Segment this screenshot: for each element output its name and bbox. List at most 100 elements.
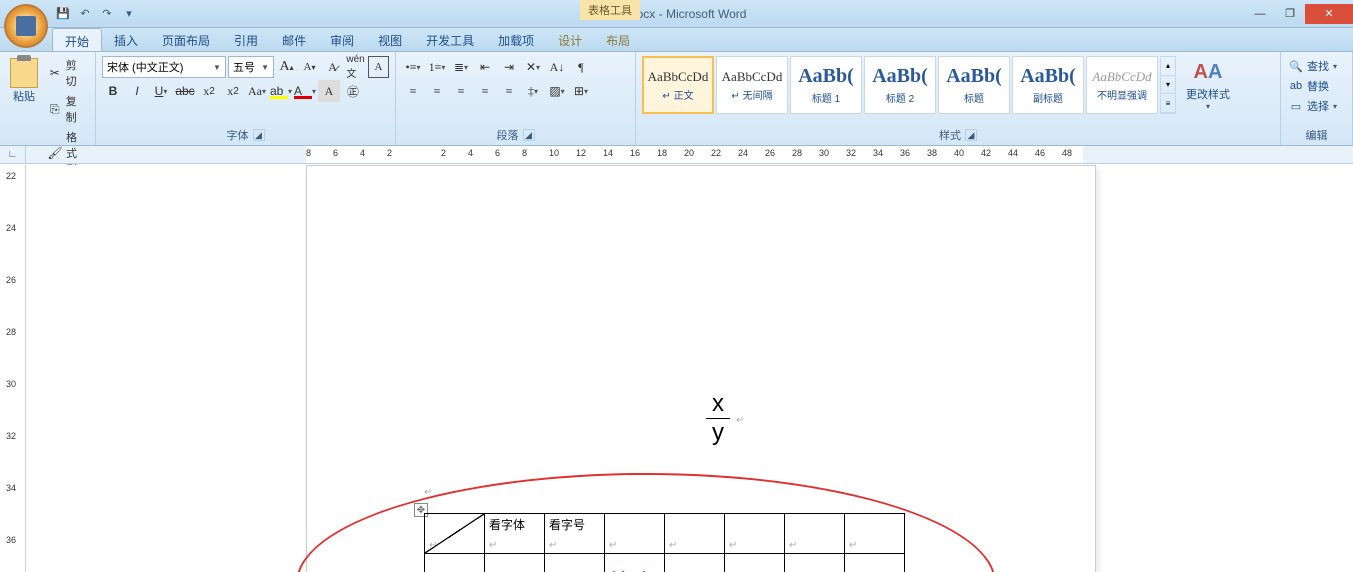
table-cell[interactable]: 看字体↵ bbox=[485, 514, 545, 554]
style-heading1[interactable]: AaBb(标题 1 bbox=[790, 56, 862, 114]
enclose-character-button[interactable]: ㊣ bbox=[342, 80, 364, 102]
table-cell[interactable]: ↵ bbox=[845, 514, 905, 554]
table-cell[interactable]: 看字号↵ bbox=[545, 514, 605, 554]
table-row: ↵ 看字体↵ 看字号↵ ↵ ↵ ↵ ↵ ↵ bbox=[425, 514, 905, 554]
sort-button[interactable]: A↓ bbox=[546, 56, 568, 78]
style-title[interactable]: AaBb(标题 bbox=[938, 56, 1010, 114]
page-viewport[interactable]: √ x y ↵ ↵ ✥ ↵ 看字体↵ 看字号↵ ↵ ↵ ↵ ↵ ↵ ↵↵↵↵↵↵… bbox=[26, 165, 1353, 572]
phonetic-guide-button[interactable]: wén文 bbox=[345, 56, 366, 78]
gallery-down-button[interactable]: ▾ bbox=[1161, 76, 1175, 95]
tab-selector[interactable]: ∟ bbox=[0, 146, 26, 163]
change-styles-button[interactable]: AA 更改样式 ▾ bbox=[1180, 56, 1236, 114]
table-cell-diagonal[interactable]: ↵ bbox=[425, 514, 485, 554]
replace-button[interactable]: ab替换 bbox=[1287, 76, 1346, 96]
paragraph-dialog-launcher[interactable]: ◢ bbox=[523, 129, 535, 141]
document-area: 2224262830323436 √ x y ↵ ↵ ✥ ↵ 看字体↵ 看字号↵… bbox=[0, 165, 1353, 572]
decrease-indent-button[interactable]: ⇤ bbox=[474, 56, 496, 78]
subscript-button[interactable]: x2 bbox=[198, 80, 220, 102]
shrink-font-button[interactable]: A▾ bbox=[299, 56, 320, 78]
shading-button[interactable]: ▨▾ bbox=[546, 80, 568, 102]
bold-button[interactable]: B bbox=[102, 80, 124, 102]
font-name-value: 宋体 (中文正文) bbox=[107, 59, 183, 75]
table-cell[interactable]: ↵ bbox=[725, 554, 785, 572]
redo-icon[interactable]: ↷ bbox=[98, 5, 116, 23]
save-icon[interactable]: 💾 bbox=[54, 5, 72, 23]
group-paragraph: •≡▾ 1≡▾ ≣▾ ⇤ ⇥ ✕▾ A↓ ¶ ≡ ≡ ≡ ≡ ≡ ‡▾ ▨▾ ⊞… bbox=[396, 52, 636, 145]
character-shading-button[interactable]: A bbox=[318, 80, 340, 102]
underline-button[interactable]: U▾ bbox=[150, 80, 172, 102]
group-font: 宋体 (中文正文)▼ 五号▼ A▴ A▾ A̷ wén文 A B I U▾ ab… bbox=[96, 52, 396, 145]
undo-icon[interactable]: ↶ bbox=[76, 5, 94, 23]
superscript-button[interactable]: x2 bbox=[222, 80, 244, 102]
cut-label: 剪切 bbox=[66, 57, 87, 89]
select-button[interactable]: ▭选择▾ bbox=[1287, 96, 1346, 116]
style-subtle-emphasis[interactable]: AaBbCcDd不明显强调 bbox=[1086, 56, 1158, 114]
minimize-button[interactable]: — bbox=[1245, 4, 1275, 24]
table-cell[interactable]: ↵ bbox=[485, 554, 545, 572]
font-color-button[interactable]: A▾ bbox=[294, 80, 316, 102]
tab-home[interactable]: 开始 bbox=[52, 28, 102, 51]
justify-button[interactable]: ≡ bbox=[474, 80, 496, 102]
increase-indent-button[interactable]: ⇥ bbox=[498, 56, 520, 78]
tab-view[interactable]: 视图 bbox=[366, 28, 414, 51]
tab-references[interactable]: 引用 bbox=[222, 28, 270, 51]
grow-font-button[interactable]: A▴ bbox=[276, 56, 297, 78]
table-cell[interactable]: ↵ bbox=[725, 514, 785, 554]
table-cell[interactable]: ↵ bbox=[665, 554, 725, 572]
line-spacing-button[interactable]: ‡▾ bbox=[522, 80, 544, 102]
font-dialog-launcher[interactable]: ◢ bbox=[253, 129, 265, 141]
document-table[interactable]: ↵ 看字体↵ 看字号↵ ↵ ↵ ↵ ↵ ↵ ↵↵↵↵↵↵↵↵ ↵↵↵↵↵↵↵↵ … bbox=[424, 513, 905, 572]
table-cell[interactable]: ↵ bbox=[665, 514, 725, 554]
multilevel-list-button[interactable]: ≣▾ bbox=[450, 56, 472, 78]
style-subtitle[interactable]: AaBb(副标题 bbox=[1012, 56, 1084, 114]
tab-table-layout[interactable]: 布局 bbox=[594, 28, 642, 51]
change-case-button[interactable]: Aa▾ bbox=[246, 80, 268, 102]
vertical-ruler[interactable]: 2224262830323436 bbox=[0, 165, 26, 572]
bullets-button[interactable]: •≡▾ bbox=[402, 56, 424, 78]
table-cell[interactable]: ↵ bbox=[785, 514, 845, 554]
tab-insert[interactable]: 插入 bbox=[102, 28, 150, 51]
style-heading2[interactable]: AaBb(标题 2 bbox=[864, 56, 936, 114]
styles-dialog-launcher[interactable]: ◢ bbox=[965, 129, 977, 141]
distribute-button[interactable]: ≡ bbox=[498, 80, 520, 102]
table-cell[interactable]: ↵ bbox=[605, 514, 665, 554]
tab-table-design[interactable]: 设计 bbox=[546, 28, 594, 51]
strikethrough-button[interactable]: abc bbox=[174, 80, 196, 102]
copy-button[interactable]: ⎘复制 bbox=[46, 92, 89, 126]
find-button[interactable]: 🔍查找▾ bbox=[1287, 56, 1346, 76]
table-cell[interactable]: ↵ bbox=[845, 554, 905, 572]
table-cell[interactable]: ↵ bbox=[425, 554, 485, 572]
character-border-button[interactable]: A bbox=[368, 56, 389, 78]
font-size-combo[interactable]: 五号▼ bbox=[228, 56, 274, 78]
tab-review[interactable]: 审阅 bbox=[318, 28, 366, 51]
cut-button[interactable]: ✂剪切 bbox=[46, 56, 89, 90]
tab-developer[interactable]: 开发工具 bbox=[414, 28, 486, 51]
align-left-button[interactable]: ≡ bbox=[402, 80, 424, 102]
align-right-button[interactable]: ≡ bbox=[450, 80, 472, 102]
table-cell[interactable]: ↵ bbox=[545, 554, 605, 572]
style-normal[interactable]: AaBbCcDd↵ 正文 bbox=[642, 56, 714, 114]
tab-addins[interactable]: 加载项 bbox=[486, 28, 546, 51]
office-button[interactable] bbox=[4, 4, 48, 48]
font-name-combo[interactable]: 宋体 (中文正文)▼ bbox=[102, 56, 226, 78]
highlight-button[interactable]: ab▾ bbox=[270, 80, 292, 102]
align-center-button[interactable]: ≡ bbox=[426, 80, 448, 102]
close-button[interactable]: ✕ bbox=[1305, 4, 1353, 24]
numbering-button[interactable]: 1≡▾ bbox=[426, 56, 448, 78]
gallery-up-button[interactable]: ▴ bbox=[1161, 57, 1175, 76]
horizontal-ruler[interactable]: 8642246810121416182022242628303234363840… bbox=[306, 146, 1083, 163]
tab-page-layout[interactable]: 页面布局 bbox=[150, 28, 222, 51]
restore-button[interactable]: ❐ bbox=[1275, 4, 1305, 24]
style-no-spacing[interactable]: AaBbCcDd↵ 无间隔 bbox=[716, 56, 788, 114]
equation-fraction[interactable]: x y bbox=[706, 390, 730, 447]
brush-icon: 🖌 bbox=[48, 146, 62, 160]
qat-more-icon[interactable]: ▾ bbox=[120, 5, 138, 23]
show-marks-button[interactable]: ¶ bbox=[570, 56, 592, 78]
asian-layout-button[interactable]: ✕▾ bbox=[522, 56, 544, 78]
gallery-more-button[interactable]: ≡ bbox=[1161, 94, 1175, 113]
borders-button[interactable]: ⊞▾ bbox=[570, 80, 592, 102]
clear-format-button[interactable]: A̷ bbox=[322, 56, 343, 78]
table-cell[interactable]: ↵ bbox=[785, 554, 845, 572]
italic-button[interactable]: I bbox=[126, 80, 148, 102]
tab-mailings[interactable]: 邮件 bbox=[270, 28, 318, 51]
